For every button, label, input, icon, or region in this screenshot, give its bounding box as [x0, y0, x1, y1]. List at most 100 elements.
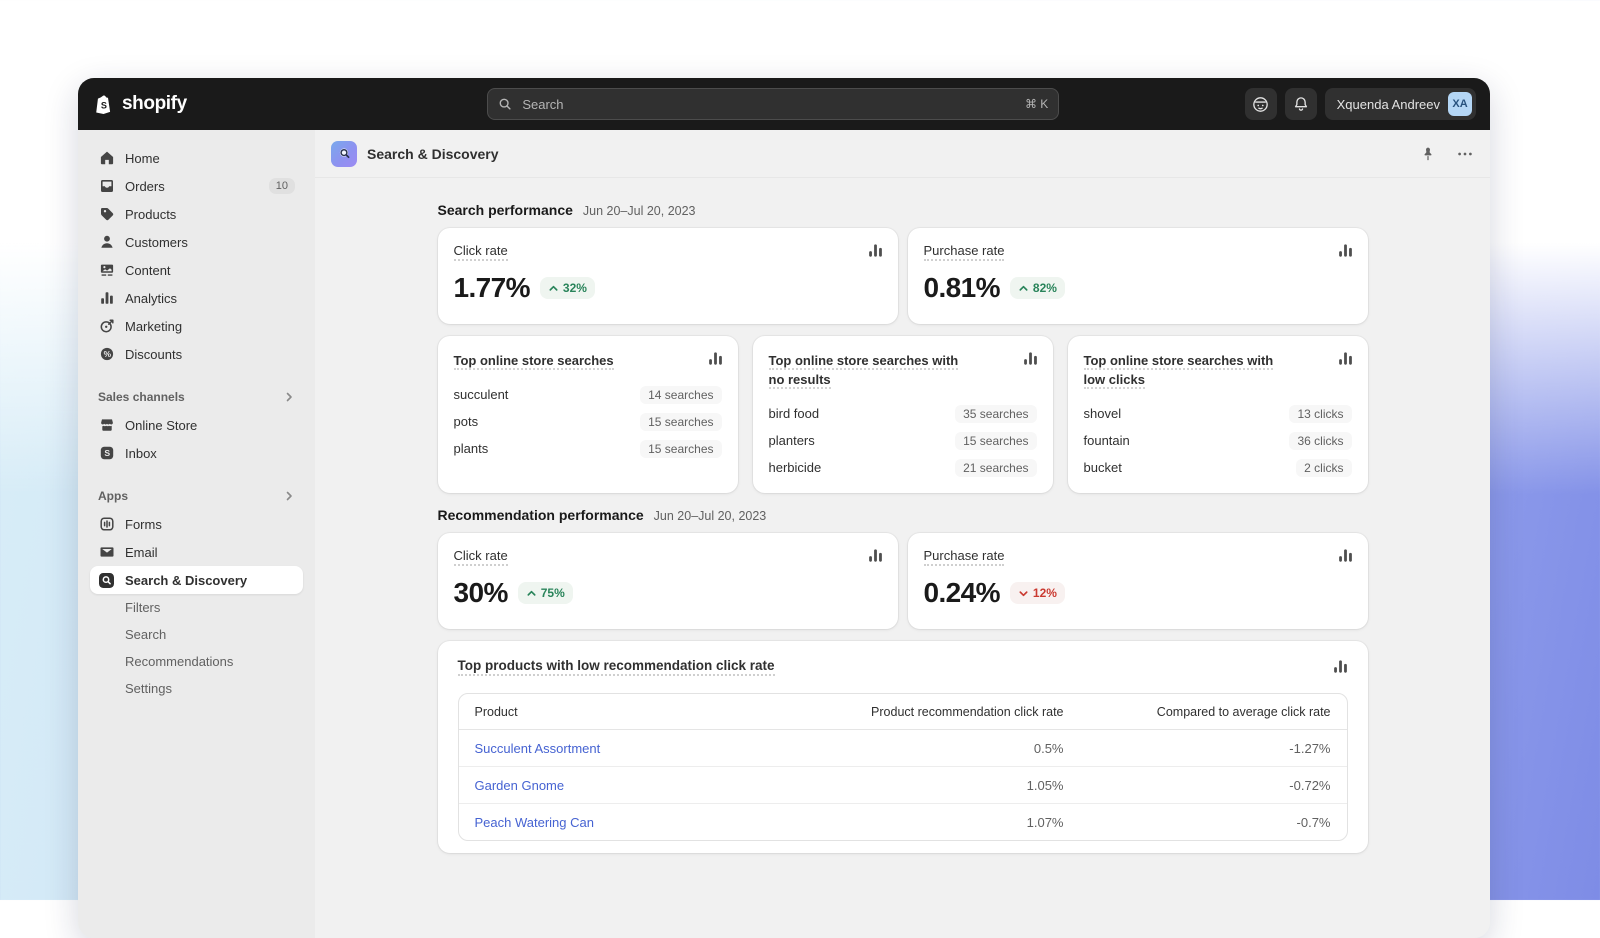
sidebar-item-marketing[interactable]: Marketing: [90, 312, 303, 340]
content-scroll-area[interactable]: Search performance Jun 20–Jul 20, 2023 C…: [315, 178, 1490, 938]
product-link[interactable]: Garden Gnome: [475, 778, 565, 793]
sidebar-item-products[interactable]: Products: [90, 200, 303, 228]
compared-value: -0.72%: [1080, 767, 1347, 804]
top-bar: S shopify ⌘ K: [78, 78, 1490, 130]
sidebar-item-label: Analytics: [125, 291, 177, 306]
mini-chart-icon[interactable]: [708, 351, 723, 371]
sidebar-subitem-label: Search: [125, 627, 166, 642]
search-count: 14 searches: [640, 386, 721, 404]
mini-chart-icon[interactable]: [1338, 548, 1353, 568]
sidebar-item-online-store[interactable]: Online Store: [90, 411, 303, 439]
search-term: plants: [454, 441, 489, 456]
search-count: 21 searches: [955, 459, 1036, 477]
caret-down-icon: [1018, 588, 1029, 599]
search-count: 15 searches: [955, 432, 1036, 450]
metric-label: Purchase rate: [924, 243, 1005, 261]
sidebar-item-label: Orders: [125, 179, 165, 194]
sidebar-item-label: Discounts: [125, 347, 182, 362]
store-avatar-icon: [1251, 95, 1270, 114]
search-click-rate-card: Click rate 1.77% 32%: [438, 228, 898, 324]
product-link[interactable]: Peach Watering Can: [475, 815, 594, 830]
caret-up-icon: [1018, 283, 1029, 294]
mini-chart-icon[interactable]: [1023, 351, 1038, 371]
bar-chart-icon: [98, 290, 115, 307]
sidebar-item-forms[interactable]: Forms: [90, 510, 303, 538]
global-search[interactable]: ⌘ K: [487, 88, 1059, 120]
recommendation-performance-header: Recommendation performance Jun 20–Jul 20…: [438, 507, 1368, 523]
sidebar-subitem-label: Settings: [125, 681, 172, 696]
sidebar-item-analytics[interactable]: Analytics: [90, 284, 303, 312]
caret-up-icon: [526, 588, 537, 599]
sidebar-item-customers[interactable]: Customers: [90, 228, 303, 256]
search-count: 15 searches: [640, 413, 721, 431]
mini-chart-icon[interactable]: [1338, 351, 1353, 371]
person-icon: [98, 234, 115, 251]
list-item: succulent 14 searches: [454, 381, 722, 408]
search-performance-header: Search performance Jun 20–Jul 20, 2023: [438, 202, 1368, 218]
compared-value: -0.7%: [1080, 804, 1347, 841]
notifications-button[interactable]: [1285, 88, 1317, 120]
topbar-actions: Xquenda Andreev XA: [1245, 88, 1476, 120]
shopify-bag-icon: S: [92, 93, 115, 116]
media-icon: [98, 262, 115, 279]
column-header-click-rate: Product recommendation click rate: [743, 694, 1080, 730]
sidebar-item-email[interactable]: Email: [90, 538, 303, 566]
sidebar-subitem-search[interactable]: Search: [90, 621, 303, 648]
search-discovery-app-icon: [331, 141, 357, 167]
more-options-icon[interactable]: [1456, 145, 1474, 163]
sidebar-item-search-discovery[interactable]: Search & Discovery: [90, 566, 303, 594]
product-link[interactable]: Succulent Assortment: [475, 741, 601, 756]
section-label: Apps: [98, 489, 128, 503]
metric-value: 30%: [454, 577, 508, 609]
sidebar-section-sales-channels[interactable]: Sales channels: [90, 383, 303, 411]
sidebar-item-label: Search & Discovery: [125, 573, 247, 588]
search-icon: [498, 97, 512, 111]
metric-value: 1.77%: [454, 272, 530, 304]
search-shortcut: ⌘ K: [1025, 97, 1048, 111]
column-header-product: Product: [459, 694, 743, 730]
search-input[interactable]: [520, 96, 1017, 113]
sidebar-subitem-recommendations[interactable]: Recommendations: [90, 648, 303, 675]
metric-label: Purchase rate: [924, 548, 1005, 566]
rec-click-rate-card: Click rate 30% 75%: [438, 533, 898, 629]
shopify-logo[interactable]: S shopify: [92, 93, 318, 116]
sidebar-item-inbox[interactable]: S Inbox: [90, 439, 303, 467]
mini-chart-icon[interactable]: [868, 243, 883, 263]
list-item: plants 15 searches: [454, 435, 722, 462]
orders-icon: [98, 178, 115, 195]
sidebar-item-orders[interactable]: Orders 10: [90, 172, 303, 200]
change-badge: 75%: [518, 582, 573, 604]
low-click-rate-products-card: Top products with low recommendation cli…: [438, 641, 1368, 853]
search-purchase-rate-card: Purchase rate 0.81% 82%: [908, 228, 1368, 324]
sidebar-item-label: Customers: [125, 235, 188, 250]
svg-text:%: %: [103, 349, 111, 359]
sidebar-subitem-label: Filters: [125, 600, 160, 615]
list-item: bird food 35 searches: [769, 400, 1037, 427]
click-rate-value: 1.05%: [743, 767, 1080, 804]
mini-chart-icon[interactable]: [1338, 243, 1353, 263]
sidebar-item-label: Forms: [125, 517, 162, 532]
store-avatar-button[interactable]: [1245, 88, 1277, 120]
bell-icon: [1292, 95, 1310, 113]
sidebar-subitem-filters[interactable]: Filters: [90, 594, 303, 621]
click-count: 36 clicks: [1289, 432, 1351, 450]
top-searches-card: Top online store searches succulent 14 s…: [438, 336, 738, 493]
sidebar-subitem-settings[interactable]: Settings: [90, 675, 303, 702]
mini-chart-icon[interactable]: [868, 548, 883, 568]
table-row: Succulent Assortment 0.5% -1.27%: [459, 730, 1347, 767]
page-title: Search & Discovery: [367, 146, 499, 162]
user-menu-button[interactable]: Xquenda Andreev XA: [1325, 88, 1476, 120]
sidebar-item-content[interactable]: Content: [90, 256, 303, 284]
products-table: Product Product recommendation click rat…: [458, 693, 1348, 841]
sidebar-item-discounts[interactable]: % Discounts: [90, 340, 303, 368]
sidebar-section-apps[interactable]: Apps: [90, 482, 303, 510]
pin-icon[interactable]: [1420, 146, 1436, 162]
sidebar-item-home[interactable]: Home: [90, 144, 303, 172]
date-range: Jun 20–Jul 20, 2023: [654, 509, 767, 523]
list-item: shovel 13 clicks: [1084, 400, 1352, 427]
search-term: herbicide: [769, 460, 822, 475]
list-title: Top online store searches with low click…: [1084, 351, 1274, 389]
table-title: Top products with low recommendation cli…: [458, 658, 775, 676]
mini-chart-icon[interactable]: [1333, 659, 1348, 679]
change-badge: 12%: [1010, 582, 1065, 604]
